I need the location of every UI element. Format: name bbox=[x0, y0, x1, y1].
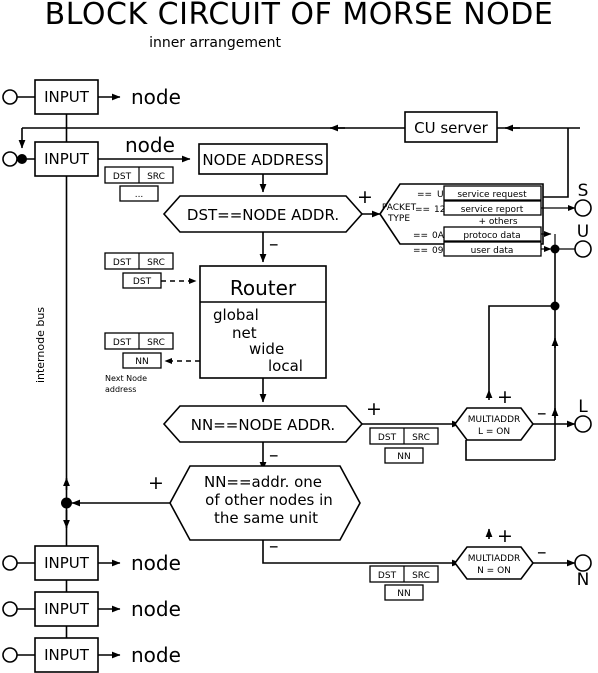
internode-bus-label: internode bus bbox=[34, 307, 47, 383]
terminal-l-label: L bbox=[578, 397, 588, 417]
node-label-top: node bbox=[131, 85, 181, 109]
dst-label-top: DST bbox=[113, 172, 132, 182]
branch-plus-dst: + bbox=[357, 186, 373, 208]
branch-plus-multiaddr-l: + bbox=[497, 386, 513, 408]
input-box-second-label: INPUT bbox=[44, 150, 90, 168]
input-box-b3-label: INPUT bbox=[44, 646, 90, 664]
src-label-nbranch: SRC bbox=[412, 571, 430, 581]
packet-row-0-text: service request bbox=[457, 190, 527, 200]
node-address-label: NODE ADDRESS bbox=[202, 151, 323, 169]
node-label-b1: node bbox=[131, 551, 181, 575]
input-terminal-top[interactable] bbox=[2, 89, 18, 105]
page-title: BLOCK CIRCUIT OF MORSE NODE bbox=[45, 0, 554, 32]
packet-row-3-op: == bbox=[413, 246, 428, 256]
input-terminal-second[interactable] bbox=[2, 151, 18, 167]
packet-row-2-text: protoco data bbox=[463, 231, 520, 241]
terminal-n[interactable] bbox=[574, 554, 592, 572]
branch-plus-nn: + bbox=[366, 398, 382, 420]
next-node-caption-1: Next Node bbox=[105, 374, 147, 383]
dst-extract-label: DST bbox=[133, 277, 152, 287]
nn-label-nbranch: NN bbox=[397, 589, 410, 599]
src-label-router: SRC bbox=[147, 258, 165, 268]
input-terminal-b2[interactable] bbox=[2, 601, 18, 617]
input-terminal-b1[interactable] bbox=[2, 555, 18, 571]
packet-row-3-code: 09 bbox=[432, 246, 444, 256]
decision-nn-other-line3: the same unit bbox=[214, 509, 318, 527]
branch-minus-nn: – bbox=[269, 444, 279, 466]
terminal-s-label: S bbox=[578, 181, 589, 201]
branch-minus-multiaddr-n: – bbox=[537, 541, 547, 563]
multiaddr-n-line2: N = ON bbox=[477, 566, 511, 576]
packet-row-1-text: service report bbox=[461, 205, 524, 215]
router-mode-wide: wide bbox=[249, 340, 284, 358]
cu-server-label: CU server bbox=[414, 119, 489, 137]
input-box-b2-label: INPUT bbox=[44, 600, 90, 618]
junction-internode-bus-bottom bbox=[61, 497, 72, 509]
node-label-b3: node bbox=[131, 643, 181, 667]
multiaddr-l-line1: MULTIADDR bbox=[468, 415, 521, 425]
dst-label-router: DST bbox=[113, 258, 132, 268]
payload-dots-top: ... bbox=[135, 190, 144, 200]
packet-row-2-op: == bbox=[413, 231, 428, 241]
multiaddr-n-line1: MULTIADDR bbox=[468, 554, 521, 564]
decision-nn-other-line1: NN==addr. one bbox=[204, 473, 322, 491]
router-mode-global: global bbox=[213, 306, 259, 324]
src-label-lbranch: SRC bbox=[412, 433, 430, 443]
terminal-s[interactable] bbox=[574, 199, 592, 217]
multiaddr-l-line2: L = ON bbox=[478, 427, 510, 437]
dst-label-nextnode: DST bbox=[113, 338, 132, 348]
node-label-second: node bbox=[125, 133, 175, 157]
packet-row-0-code: U bbox=[437, 190, 444, 200]
page-subtitle: inner arrangement bbox=[149, 35, 281, 51]
decision-nn-eq-node-label: NN==NODE ADDR. bbox=[191, 416, 335, 434]
packet-row-1-text2: + others bbox=[478, 217, 517, 227]
branch-minus-multiaddr-l: – bbox=[537, 402, 547, 424]
decision-nn-other-line2: of other nodes in bbox=[205, 491, 333, 509]
packet-type-label-2: TYPE bbox=[387, 214, 410, 224]
src-label-top: SRC bbox=[147, 172, 165, 182]
packet-row-0-op: == bbox=[417, 190, 432, 200]
junction-left-bus-top bbox=[17, 154, 27, 164]
junction-right-bus-mid bbox=[550, 301, 560, 311]
packet-type-label-1: PACKET bbox=[382, 203, 417, 213]
packet-row-3-text: user data bbox=[471, 246, 514, 256]
packet-row-1-code: 12 bbox=[434, 205, 445, 215]
branch-plus-other-nodes: + bbox=[148, 472, 164, 494]
router-title: Router bbox=[230, 276, 297, 300]
branch-minus-other-nodes: – bbox=[269, 535, 279, 557]
terminal-n-label: N bbox=[577, 570, 590, 590]
input-terminal-b3[interactable] bbox=[2, 647, 18, 663]
input-box-top-label: INPUT bbox=[44, 88, 90, 106]
diagram-canvas: BLOCK CIRCUIT OF MORSE NODE inner arrang… bbox=[0, 0, 598, 673]
next-node-caption-2: address bbox=[105, 385, 136, 394]
input-box-b1-label: INPUT bbox=[44, 554, 90, 572]
nn-label-lbranch: NN bbox=[397, 452, 410, 462]
terminal-u-label: U bbox=[577, 222, 589, 242]
decision-dst-eq-node-label: DST==NODE ADDR. bbox=[187, 206, 339, 224]
branch-minus-dst: – bbox=[269, 233, 279, 255]
dst-label-lbranch: DST bbox=[378, 433, 397, 443]
packet-row-1-op: == bbox=[415, 205, 430, 215]
dst-label-nbranch: DST bbox=[378, 571, 397, 581]
branch-plus-multiaddr-n: + bbox=[497, 525, 513, 547]
packet-row-2-code: 0A bbox=[432, 231, 445, 241]
nn-extract-label: NN bbox=[135, 357, 148, 367]
node-label-b2: node bbox=[131, 597, 181, 621]
src-label-nextnode: SRC bbox=[147, 338, 165, 348]
terminal-l[interactable] bbox=[574, 415, 592, 433]
router-mode-local: local bbox=[268, 357, 303, 375]
terminal-u[interactable] bbox=[574, 240, 592, 258]
